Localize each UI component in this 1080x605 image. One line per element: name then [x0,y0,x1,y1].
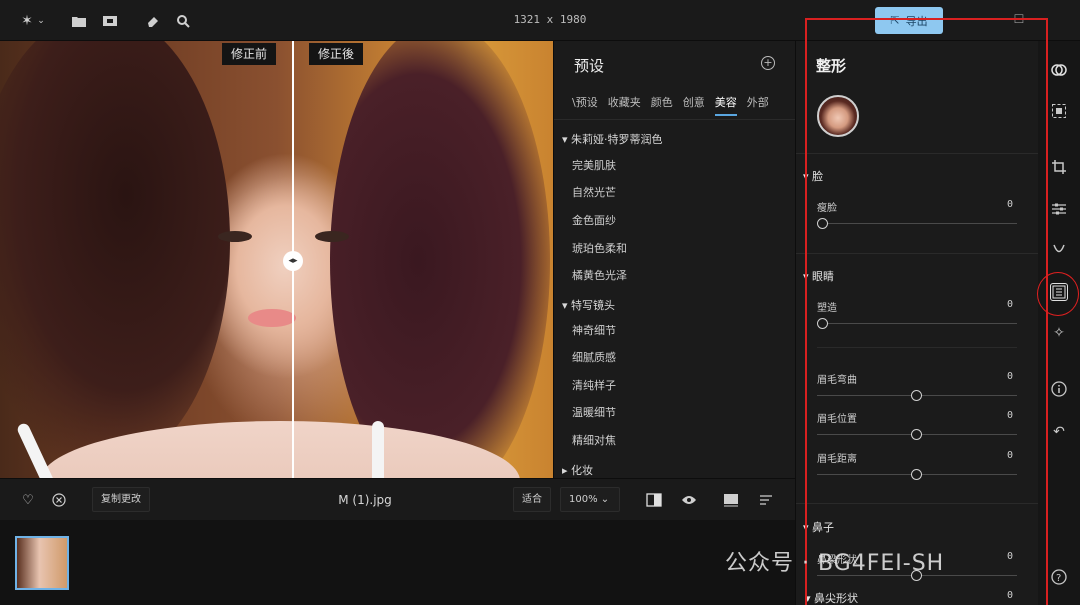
select-subject-icon[interactable] [1050,102,1068,120]
eye-icon[interactable] [681,492,697,508]
tab-favorites[interactable]: 收藏夹 [608,94,641,116]
photo-region [0,41,230,471]
preset-group-header[interactable]: ▾ 朱莉娅·特罗蒂润色 [562,131,663,147]
highlight-circle [1037,272,1079,316]
preset-group-header[interactable]: ▸ 化妆 [562,462,593,478]
compare-split-icon[interactable] [646,492,662,508]
photo-region [248,309,296,327]
zoom-value: 100% [569,494,598,505]
caret-down-icon: ▾ [562,133,572,146]
caret-right-icon: ▸ [562,464,572,477]
photo-region [218,231,252,242]
filmstrip [0,520,795,605]
crop-icon[interactable] [1050,158,1068,176]
photo-region [330,41,550,478]
adjustments-icon[interactable] [1050,200,1068,218]
chevron-down-icon: ⌄ [597,494,610,505]
tab-color[interactable]: 颜色 [651,94,673,116]
presets-tabs: \预设 收藏夹 颜色 创意 美容 外部 [572,94,769,116]
sort-icon[interactable] [758,492,774,508]
svg-text:?: ? [1056,573,1061,584]
preset-item[interactable]: 温暖细节 [572,404,616,420]
file-name: M (1).jpg [338,493,392,507]
undo-icon[interactable]: ↶ [1050,423,1068,441]
preset-item[interactable]: 自然光芒 [572,184,616,200]
preset-group-header[interactable]: ▾ 特写镜头 [562,297,615,313]
preset-item[interactable]: 神奇细节 [572,322,616,338]
tab-presets[interactable]: \预设 [572,94,598,116]
bottom-toolbar: ♡ 复制更改 M (1).jpg 适合 100% ⌄ [0,478,795,520]
before-label: 修正前 [222,43,277,65]
help-icon[interactable]: ? [1050,568,1068,586]
watermark: 公众号 · BG4FEI-SH [725,551,945,576]
ai-sparkle-icon[interactable]: ✧ [1050,324,1068,342]
after-label: 修正後 [309,43,364,65]
preset-item[interactable]: 清纯样子 [572,377,616,393]
portrait-icon[interactable] [1050,241,1068,259]
compare-split-handle[interactable]: ◂▸ [283,251,303,271]
preset-item[interactable]: 橘黄色光泽 [572,267,627,283]
tab-external[interactable]: 外部 [747,94,769,116]
photo-region [315,231,349,242]
fit-button[interactable]: 适合 [513,487,551,512]
preset-item[interactable]: 精细对焦 [572,432,616,448]
preset-item[interactable]: 完美肌肤 [572,157,616,173]
info-icon[interactable] [1050,380,1068,398]
divider [554,119,796,120]
filmstrip-thumbnail[interactable] [15,536,69,590]
tab-beauty[interactable]: 美容 [714,94,737,116]
photo-canvas[interactable]: ◂▸ 修正前 修正後 [0,41,553,478]
preset-item[interactable]: 金色面纱 [572,212,616,228]
image-view-icon[interactable] [723,492,739,508]
caret-down-icon: ▾ [562,299,572,312]
add-preset-icon[interactable]: + [761,56,775,70]
zoom-select[interactable]: 100% ⌄ [560,487,620,512]
preset-item[interactable]: 细腻质感 [572,349,616,365]
color-circles-icon[interactable] [1050,61,1068,79]
highlight-rectangle [805,18,1048,605]
tab-creative[interactable]: 创意 [683,94,705,116]
photo-region [372,421,384,478]
preset-item[interactable]: 琥珀色柔和 [572,240,627,256]
presets-title: 预设 [574,57,605,75]
presets-panel: 预设 + \预设 收藏夹 颜色 创意 美容 外部 ▾ 朱莉娅·特罗蒂润色 完美肌… [553,41,796,478]
